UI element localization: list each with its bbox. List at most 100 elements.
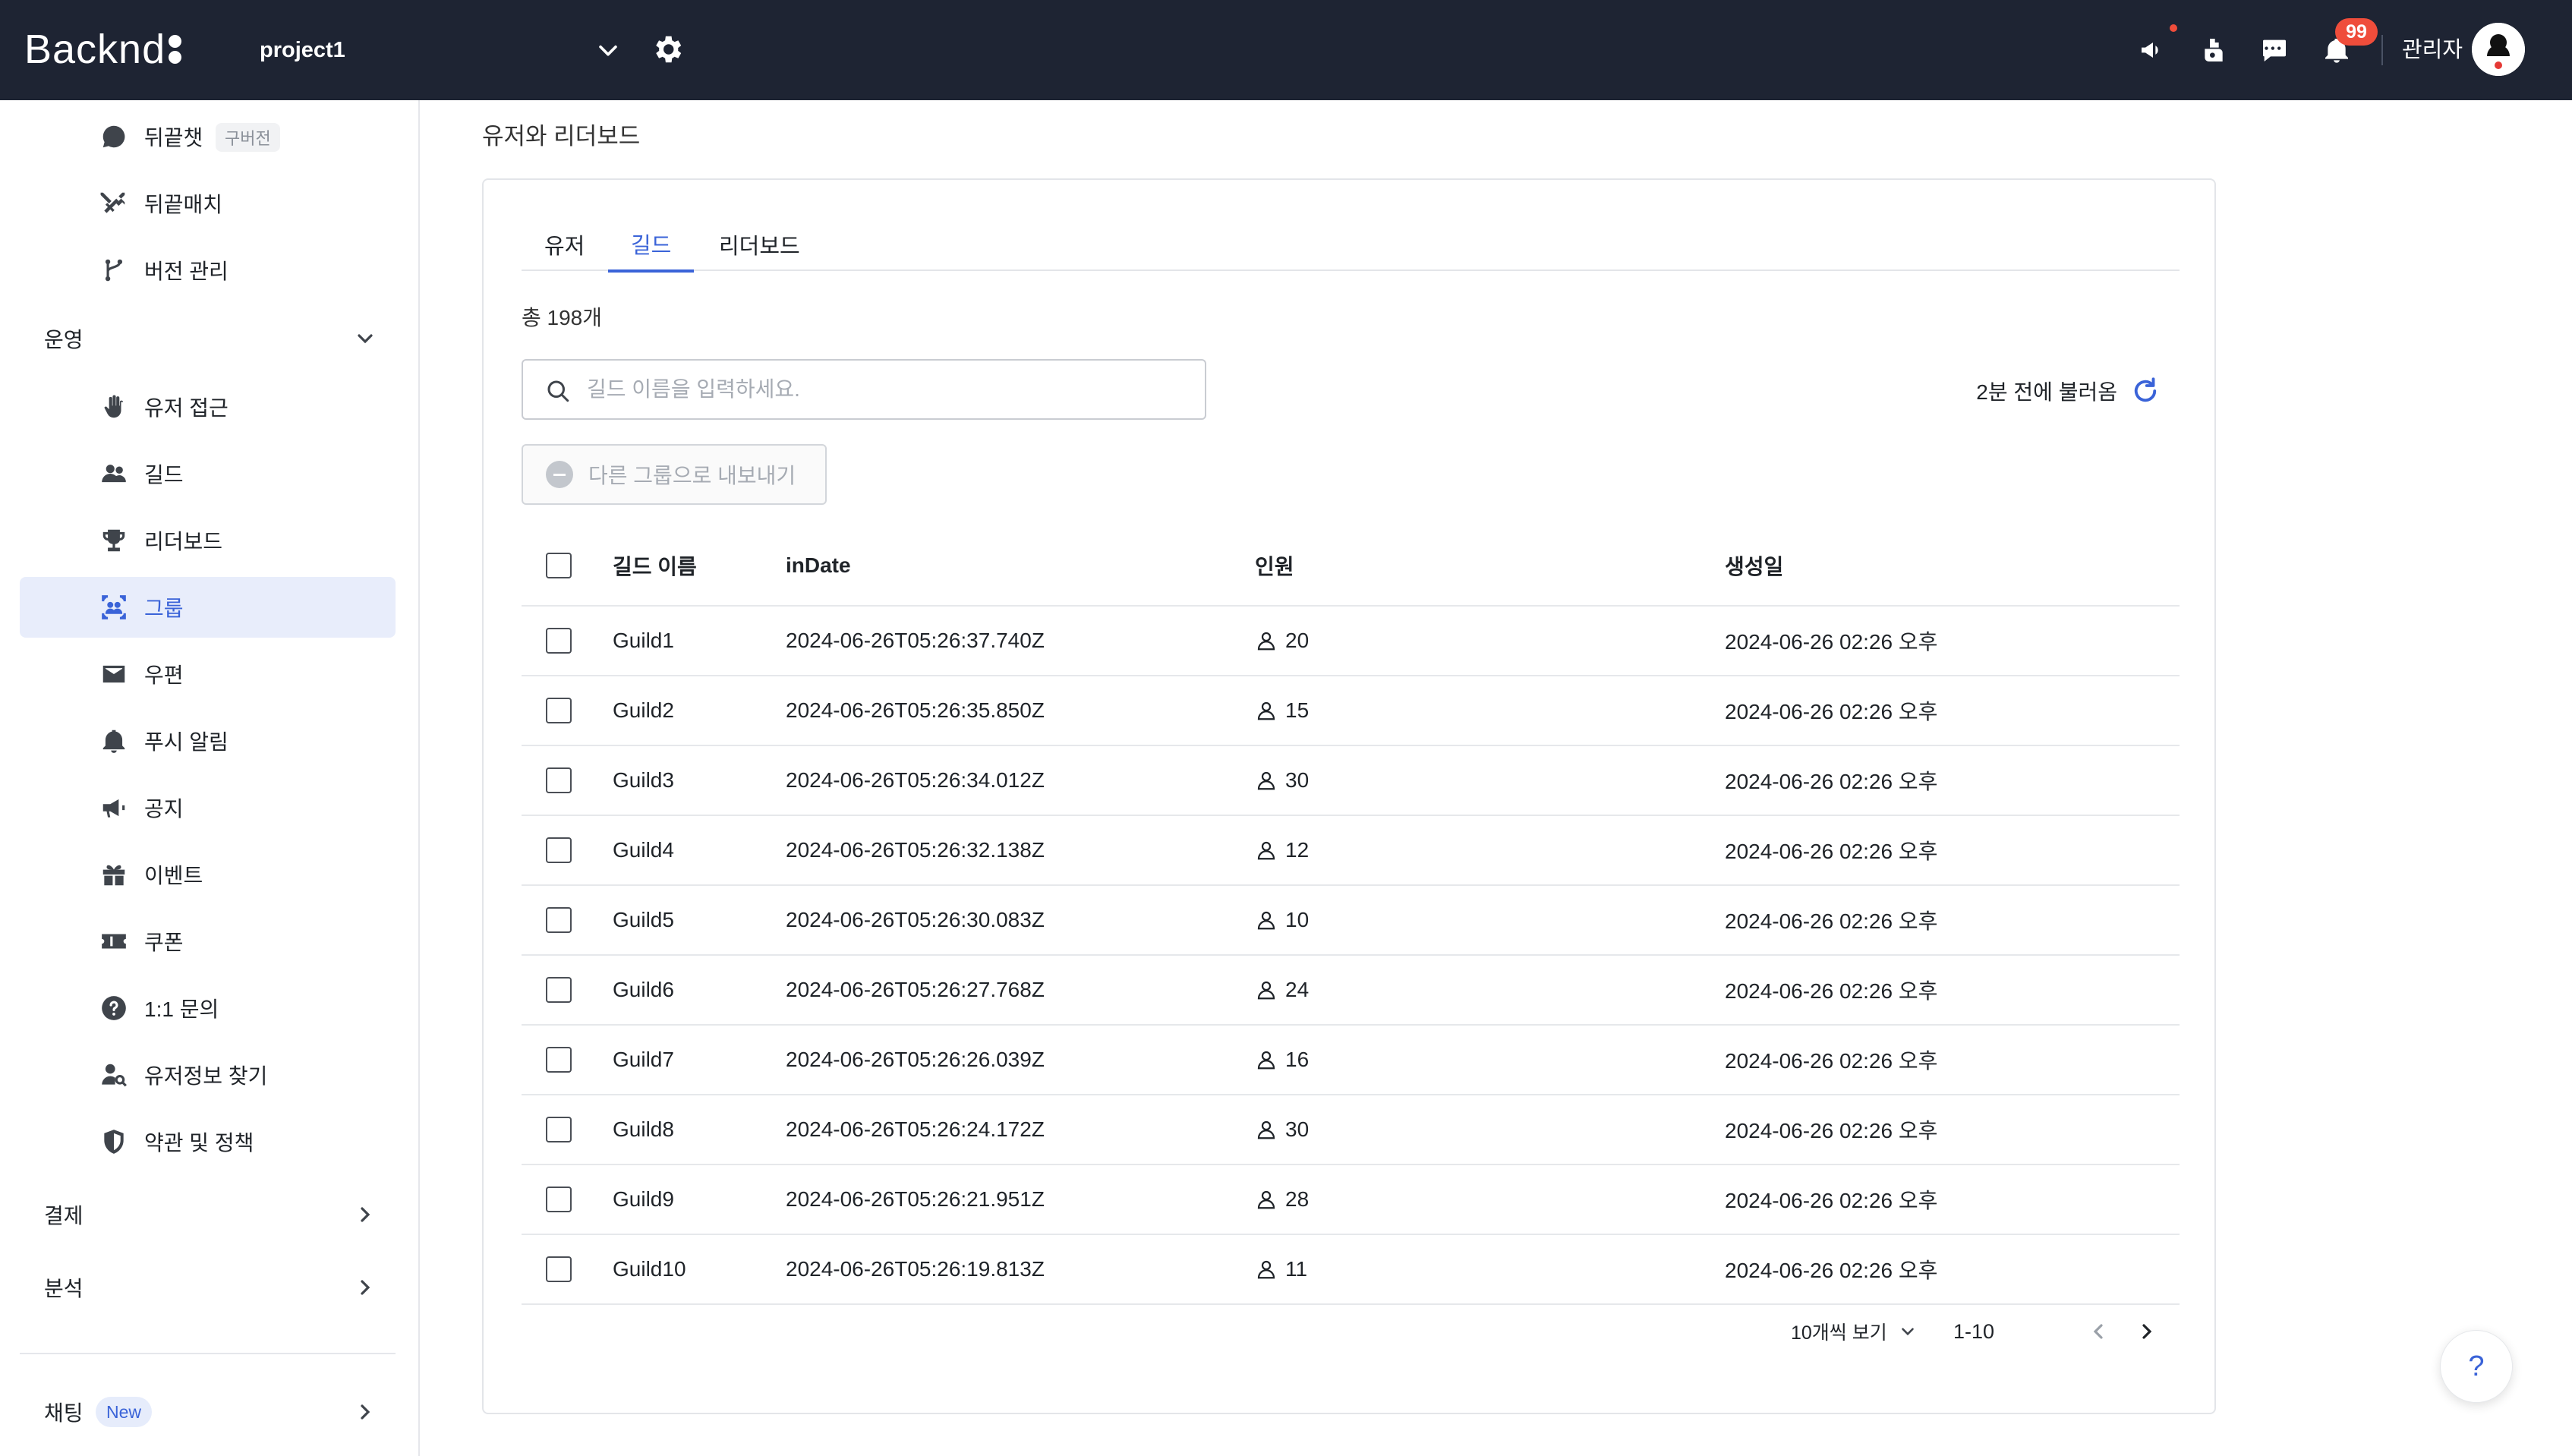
sidebar-item-label: 쿠폰 [144, 931, 184, 954]
row-checkbox[interactable] [546, 837, 572, 863]
messages-button[interactable] [2253, 29, 2296, 71]
table-row[interactable]: Guild8 2024-06-26T05:26:24.172Z 30 2024-06-… [522, 1095, 2180, 1165]
section-label: 채팅 [44, 1401, 84, 1425]
sidebar-item-event[interactable]: 이벤트 [20, 844, 396, 905]
table-row[interactable]: Guild4 2024-06-26T05:26:32.138Z 12 2024-06-… [522, 816, 2180, 886]
brand-logo[interactable]: Backnd [24, 23, 182, 76]
guild-name-cell: Guild6 [613, 978, 674, 1001]
row-checkbox[interactable] [546, 1187, 572, 1212]
guild-search-input[interactable] [587, 368, 1187, 411]
sidebar-item-guild[interactable]: 길드 [20, 443, 396, 504]
table-row[interactable]: Guild3 2024-06-26T05:26:34.012Z 30 2024-06-… [522, 746, 2180, 816]
members-cell: 30 [1255, 1095, 1309, 1164]
sidebar-item-user-search[interactable]: 유저정보 찾기 [20, 1045, 396, 1105]
chevron-right-icon [2142, 1324, 2152, 1339]
guild-search-box[interactable] [522, 359, 1206, 420]
sidebar-item-user-access[interactable]: 유저 접근 [20, 377, 396, 437]
chevron-right-icon [361, 1280, 370, 1295]
sidebar-item-push-notification[interactable]: 푸시 알림 [20, 711, 396, 771]
page-range: 1-10 [1953, 1319, 1995, 1343]
created-date-cell: 2024-06-26 02:26 오후 [1725, 1189, 1938, 1212]
member-count: 11 [1285, 1257, 1308, 1281]
new-announcement-dot [2170, 24, 2177, 32]
top-navigation-bar: Backnd project1 99 관리자 [0, 0, 2572, 100]
created-date-cell: 2024-06-26 02:26 오후 [1725, 630, 1938, 654]
row-checkbox[interactable] [546, 1256, 572, 1282]
sidebar-item-notice[interactable]: 공지 [20, 777, 396, 838]
sidebar-item-inquiry[interactable]: 1:1 문의 [20, 978, 396, 1038]
refresh-status[interactable]: 2분 전에 불러옴 [1976, 374, 2161, 408]
user-search-icon [99, 1060, 129, 1090]
members-cell: 30 [1255, 746, 1309, 815]
sidebar-section-operation[interactable]: 운영 [20, 308, 396, 369]
select-all-checkbox[interactable] [546, 553, 572, 578]
member-count: 30 [1285, 1117, 1310, 1141]
sidebar-section-chatting[interactable]: 채팅 New [20, 1382, 396, 1442]
sidebar-item-label: 그룹 [144, 597, 184, 620]
announcement-button[interactable] [2132, 24, 2177, 71]
refresh-icon[interactable] [2129, 375, 2161, 407]
sidebar-item-leaderboard[interactable]: 리더보드 [20, 510, 396, 571]
sidebar-item-label: 뒤끝매치 [144, 193, 223, 216]
sidebar-section-analytics[interactable]: 분석 [20, 1257, 396, 1318]
help-button[interactable]: ? [2440, 1330, 2513, 1403]
sidebar-item-backnd-chat[interactable]: 뒤끝챗 구버전 [20, 106, 396, 167]
row-checkbox[interactable] [546, 1047, 572, 1073]
notifications-button[interactable]: 99 [2315, 18, 2378, 71]
row-checkbox[interactable] [546, 767, 572, 793]
brand-name: Backnd [24, 27, 166, 72]
admin-label[interactable]: 관리자 [2402, 33, 2463, 67]
sidebar-item-coupon[interactable]: 쿠폰 [20, 911, 396, 972]
row-checkbox[interactable] [546, 977, 572, 1003]
table-row[interactable]: Guild1 2024-06-26T05:26:37.740Z 20 2024-06-… [522, 607, 2180, 676]
column-header-created[interactable]: 생성일 [1725, 526, 1783, 605]
row-checkbox[interactable] [546, 628, 572, 654]
sidebar-section-payment[interactable]: 결제 [20, 1184, 396, 1245]
branch-icon [99, 255, 129, 285]
table-row[interactable]: Guild6 2024-06-26T05:26:27.768Z 24 2024-06-… [522, 956, 2180, 1026]
table-row[interactable]: Guild7 2024-06-26T05:26:26.039Z 16 2024-06-… [522, 1026, 2180, 1095]
row-checkbox[interactable] [546, 1117, 572, 1142]
ticket-icon [99, 926, 129, 956]
export-to-group-button[interactable]: 다른 그룹으로 내보내기 [522, 444, 827, 505]
settings-button[interactable] [650, 32, 685, 67]
table-row[interactable]: Guild9 2024-06-26T05:26:21.951Z 28 2024-06-… [522, 1165, 2180, 1235]
sidebar-item-terms-policy[interactable]: 약관 및 정책 [20, 1111, 396, 1172]
sidebar-item-group[interactable]: 그룹 [20, 577, 396, 638]
member-count: 28 [1285, 1187, 1310, 1211]
sidebar-item-backnd-match[interactable]: 뒤끝매치 [20, 173, 396, 234]
avatar[interactable] [2472, 23, 2525, 76]
table-row[interactable]: Guild5 2024-06-26T05:26:30.083Z 10 2024-06-… [522, 886, 2180, 956]
row-checkbox[interactable] [546, 907, 572, 933]
created-date-cell: 2024-06-26 02:26 오후 [1725, 909, 1938, 933]
person-icon [1257, 632, 1275, 651]
guild-name-cell: Guild2 [613, 698, 674, 722]
previous-page-button[interactable] [2082, 1316, 2114, 1347]
project-name: project1 [260, 37, 345, 62]
created-date-cell: 2024-06-26 02:26 오후 [1725, 840, 1938, 863]
table-row[interactable]: Guild2 2024-06-26T05:26:35.850Z 15 2024-06-… [522, 676, 2180, 746]
sidebar-item-mail[interactable]: 우편 [20, 644, 396, 704]
sidebar-item-label: 이벤트 [144, 864, 203, 887]
pagination: 10개씩 보기 1-10 [484, 1313, 2217, 1350]
members-cell: 16 [1255, 1026, 1309, 1094]
export-button-label: 다른 그룹으로 내보내기 [588, 464, 796, 487]
column-header-guild-name[interactable]: 길드 이름 [613, 526, 697, 605]
tab-users[interactable]: 유저 [522, 218, 607, 271]
next-page-button[interactable] [2131, 1316, 2163, 1347]
tab-guild[interactable]: 길드 [608, 218, 695, 273]
trophy-icon [99, 525, 129, 556]
project-selector[interactable]: project1 [260, 26, 621, 74]
table-row[interactable]: Guild10 2024-06-26T05:26:19.813Z 11 2024-06… [522, 1235, 2180, 1305]
sidebar-item-version-management[interactable]: 버전 관리 [20, 240, 396, 301]
page-title: 유저와 리더보드 [482, 123, 641, 150]
column-header-members[interactable]: 인원 [1255, 526, 1294, 605]
table-header-row: 길드 이름 inDate 인원 생성일 [522, 526, 2180, 607]
sidebar-item-label: 약관 및 정책 [144, 1131, 254, 1155]
tab-leaderboard[interactable]: 리더보드 [696, 218, 823, 271]
row-checkbox[interactable] [546, 698, 572, 723]
page-size-selector[interactable]: 10개씩 보기 [1791, 1313, 1918, 1350]
payment-button[interactable] [2192, 29, 2235, 71]
indate-cell: 2024-06-26T05:26:27.768Z [786, 978, 1045, 1001]
column-header-indate[interactable]: inDate [786, 526, 851, 605]
